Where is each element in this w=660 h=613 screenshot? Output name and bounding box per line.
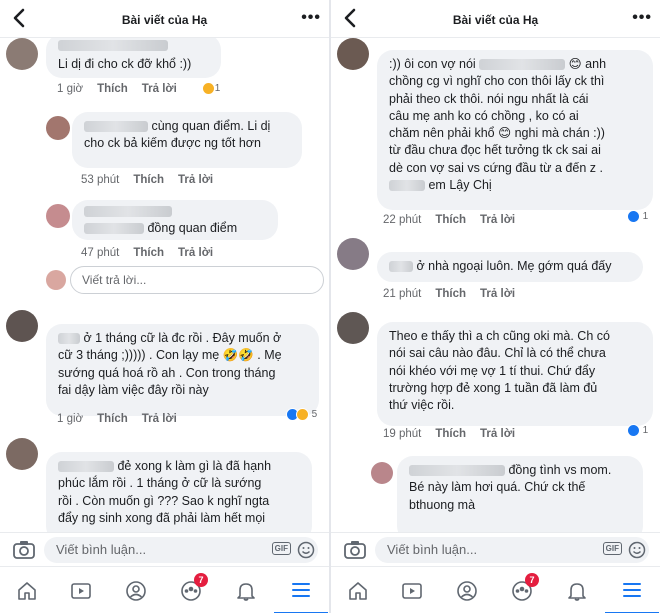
avatar[interactable] <box>46 204 70 228</box>
bell-icon <box>568 582 586 601</box>
avatar[interactable] <box>337 38 369 70</box>
reaction-count[interactable]: 1 <box>202 80 220 96</box>
nav-watch[interactable] <box>385 567 439 613</box>
right-screenshot: Bài viết của Hạ ••• :)) ôi con vợ nói 😊 … <box>331 0 660 613</box>
comment-text: cho ck bả kiếm được ng tốt hơn <box>84 136 261 151</box>
like-link[interactable]: Thích <box>133 247 164 259</box>
profile-icon <box>126 580 146 601</box>
emoji-icon[interactable] <box>628 541 646 559</box>
menu-icon <box>292 582 310 597</box>
comment-meta: 1 giờ Thích Trả lời <box>57 413 177 425</box>
reaction-count[interactable]: 1 <box>627 208 648 224</box>
haha-reaction-icon <box>296 407 309 421</box>
like-reaction-icon <box>627 209 640 223</box>
avatar[interactable] <box>6 38 38 70</box>
nav-profile[interactable] <box>109 567 163 613</box>
header-bar: Bài viết của Hạ ••• <box>331 0 660 38</box>
comment-bubble: Theo e thấy thì a ch cũng oki mà. Ch có … <box>377 322 653 426</box>
notification-badge: 7 <box>194 573 208 587</box>
video-icon <box>402 582 422 599</box>
bell-icon <box>237 582 255 601</box>
nav-home[interactable] <box>331 567 385 613</box>
haha-reaction-icon <box>202 81 215 95</box>
left-screenshot: Bài viết của Hạ ••• Li dị đi cho ck đỡ k… <box>0 0 329 613</box>
comment-text: cùng quan điểm. Li dị <box>151 119 271 133</box>
reply-input[interactable]: Viết trả lời... <box>70 266 324 294</box>
nav-profile[interactable] <box>440 567 494 613</box>
avatar[interactable] <box>6 310 38 342</box>
profile-icon <box>457 580 477 601</box>
comment-feed: :)) ôi con vợ nói 😊 anh chồng cg vì nghĩ… <box>331 38 660 532</box>
notification-badge: 7 <box>525 573 539 587</box>
like-link[interactable]: Thích <box>435 214 466 226</box>
camera-icon[interactable] <box>343 539 367 561</box>
nav-groups[interactable]: 7 <box>495 567 549 613</box>
like-reaction-icon <box>627 423 640 437</box>
reaction-count[interactable]: 1 <box>627 422 648 438</box>
reply-link[interactable]: Trả lời <box>480 288 515 300</box>
comment-meta: 53 phút Thích Trả lời <box>81 174 214 186</box>
avatar[interactable] <box>6 438 38 470</box>
bottom-nav: 7 <box>331 566 660 613</box>
reply-link[interactable]: Trả lời <box>178 247 213 259</box>
nav-groups[interactable]: 7 <box>164 567 218 613</box>
comment-meta: 47 phút Thích Trả lời <box>81 247 214 259</box>
comment-composer: Viết bình luận... GIF <box>331 532 660 566</box>
like-link[interactable]: Thích <box>97 83 128 95</box>
nav-menu[interactable] <box>605 567 659 613</box>
more-options-icon[interactable]: ••• <box>301 9 321 27</box>
reply-link[interactable]: Trả lời <box>480 214 515 226</box>
avatar[interactable] <box>337 238 369 270</box>
comment-bubble: cùng quan điểm. Li dị cho ck bả kiếm đượ… <box>72 112 302 168</box>
emoji-icon[interactable] <box>297 541 315 559</box>
comment-meta: 19 phút Thích Trả lời <box>383 428 516 440</box>
comment-bubble: đồng quan điểm <box>72 200 278 240</box>
comment-bubble: Li dị đi cho ck đỡ khổ :)) <box>46 38 221 78</box>
comment-bubble: ở nhà ngoại luôn. Mẹ gớm quá đấy <box>377 252 643 282</box>
comment-bubble: :)) ôi con vợ nói 😊 anh chồng cg vì nghĩ… <box>377 50 653 210</box>
nav-notifications[interactable] <box>219 567 273 613</box>
avatar[interactable] <box>46 116 70 140</box>
reply-link[interactable]: Trả lời <box>480 428 515 440</box>
menu-icon <box>623 582 641 597</box>
like-link[interactable]: Thích <box>435 428 466 440</box>
gif-icon[interactable]: GIF <box>602 542 622 555</box>
nav-home[interactable] <box>0 567 54 613</box>
comment-feed: Li dị đi cho ck đỡ khổ :)) 1 giờ Thích Trả… <box>0 38 329 532</box>
page-title: Bài viết của Hạ <box>121 13 208 27</box>
comment-meta: 21 phút Thích Trả lời <box>383 288 516 300</box>
comment-bubble: ở 1 tháng cữ là đc rồi . Đây muốn ở cữ 3… <box>46 324 319 416</box>
bottom-nav: 7 <box>0 566 329 613</box>
home-icon <box>18 581 36 600</box>
header-bar: Bài viết của Hạ ••• <box>0 0 329 38</box>
avatar[interactable] <box>337 312 369 344</box>
user-avatar <box>46 270 66 290</box>
nav-menu[interactable] <box>274 567 328 613</box>
video-icon <box>71 582 91 599</box>
home-icon <box>349 581 367 600</box>
avatar[interactable] <box>371 462 393 484</box>
comment-bubble: đồng tình vs mom. Bé này làm hơi quá. Ch… <box>397 456 643 532</box>
like-link[interactable]: Thích <box>435 288 466 300</box>
comment-text: đồng quan điểm <box>147 221 238 235</box>
comment-composer: Viết bình luận... GIF <box>0 532 329 566</box>
comment-meta: 22 phút Thích Trả lời <box>383 214 516 226</box>
comment-time: 1 giờ <box>57 83 84 95</box>
reply-link[interactable]: Trả lời <box>142 83 177 95</box>
gif-icon[interactable]: GIF <box>271 542 291 555</box>
reaction-count[interactable]: 5 <box>286 406 317 422</box>
comment-text: Li dị đi cho ck đỡ khổ :)) <box>58 57 192 71</box>
page-title: Bài viết của Hạ <box>452 13 539 27</box>
nav-watch[interactable] <box>54 567 108 613</box>
comment-meta: 1 giờ Thích Trả lời <box>57 83 191 95</box>
like-link[interactable]: Thích <box>133 174 164 186</box>
nav-notifications[interactable] <box>550 567 604 613</box>
comment-bubble: đẻ xong k làm gì là đã hạnh phúc lắm rồi… <box>46 452 312 532</box>
reply-link[interactable]: Trả lời <box>142 413 177 425</box>
camera-icon[interactable] <box>12 539 36 561</box>
more-options-icon[interactable]: ••• <box>632 9 652 27</box>
reply-link[interactable]: Trả lời <box>178 174 213 186</box>
like-link[interactable]: Thích <box>97 413 128 425</box>
